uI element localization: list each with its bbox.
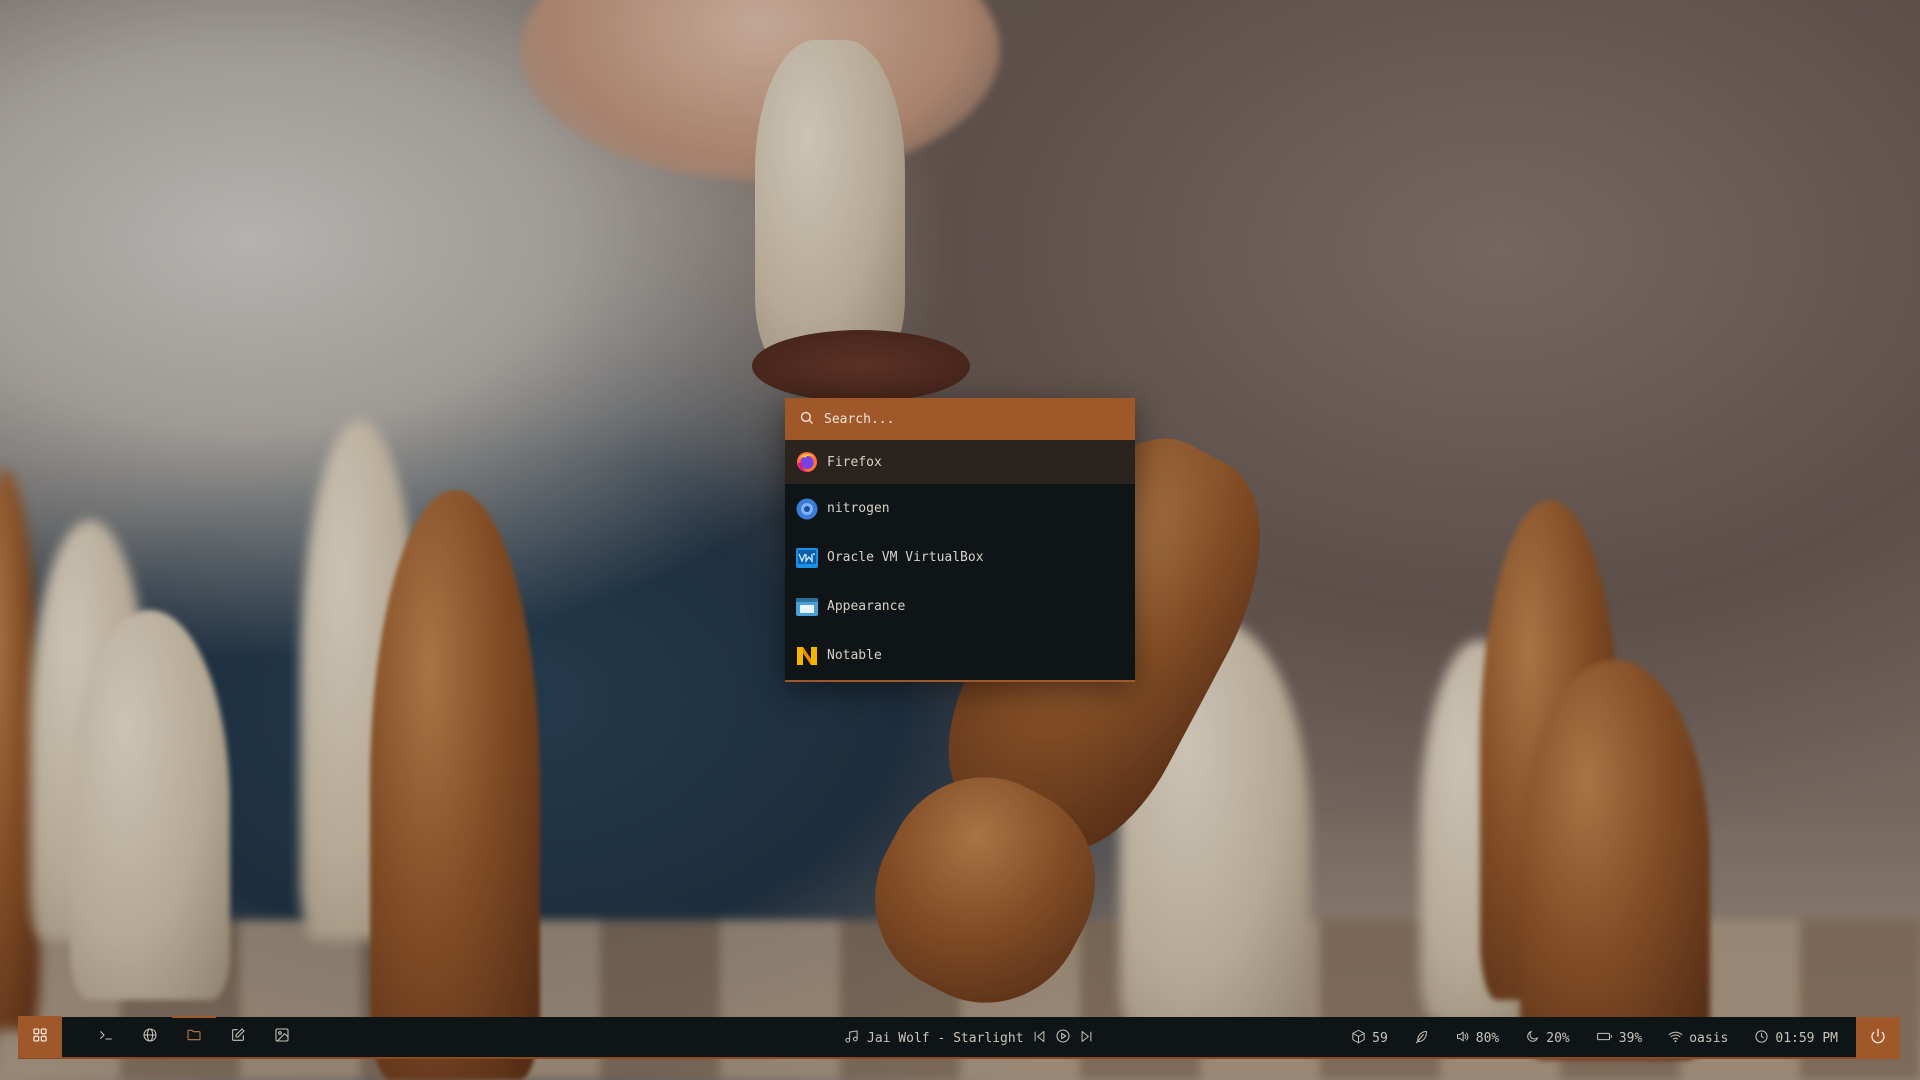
wifi-network-name: oasis: [1689, 1030, 1729, 1046]
package-count: 59: [1372, 1030, 1388, 1046]
app-item-appearance[interactable]: Appearance: [785, 582, 1135, 631]
globe-icon: [142, 1027, 158, 1047]
play-icon: [1055, 1028, 1071, 1048]
notable-icon: [795, 644, 819, 668]
image-viewer-launcher[interactable]: [260, 1016, 304, 1058]
app-label: Appearance: [827, 599, 906, 614]
app-label: Notable: [827, 648, 882, 663]
editor-launcher[interactable]: [216, 1016, 260, 1058]
volume-icon: [1455, 1029, 1470, 1048]
virtualbox-icon: [795, 546, 819, 570]
night-light-level: 20%: [1546, 1030, 1570, 1046]
app-item-nitrogen[interactable]: nitrogen: [785, 484, 1135, 533]
package-updates-indicator[interactable]: 59: [1351, 1029, 1388, 1048]
media-player: Jai Wolf - Starlight: [844, 1017, 1094, 1059]
app-label: Firefox: [827, 454, 882, 470]
battery-icon: [1596, 1029, 1613, 1048]
clock[interactable]: 01:59 PM: [1754, 1029, 1838, 1048]
wifi-icon: [1668, 1029, 1683, 1048]
power-button[interactable]: [1856, 1017, 1900, 1059]
taskbar: Jai Wolf - Starlight 59 80% 20% 39% oasi…: [18, 1016, 1900, 1059]
track-title: Jai Wolf - Starlight: [867, 1030, 1024, 1046]
search-input[interactable]: [824, 411, 1104, 427]
taskbar-launchers: [84, 1016, 304, 1058]
next-track-button[interactable]: [1079, 1029, 1094, 1048]
app-item-notable[interactable]: Notable: [785, 631, 1135, 680]
app-list: Firefox nitrogen Oracle VM VirtualBox Ap…: [785, 440, 1135, 680]
firefox-icon: [795, 450, 819, 474]
music-note-icon: [844, 1029, 859, 1048]
app-item-virtualbox[interactable]: Oracle VM VirtualBox: [785, 533, 1135, 582]
clock-time: 01:59 PM: [1775, 1030, 1838, 1046]
night-light-indicator[interactable]: 20%: [1525, 1029, 1570, 1048]
app-launcher: Firefox nitrogen Oracle VM VirtualBox: [785, 398, 1135, 682]
image-icon: [274, 1027, 290, 1047]
clock-icon: [1754, 1029, 1769, 1048]
file-manager-launcher[interactable]: [172, 1016, 216, 1058]
color-picker-button[interactable]: [1414, 1029, 1429, 1048]
battery-level: 39%: [1618, 1030, 1643, 1046]
moon-icon: [1525, 1029, 1540, 1048]
folder-icon: [186, 1027, 202, 1047]
nitrogen-icon: [795, 497, 819, 521]
volume-indicator[interactable]: 80%: [1455, 1029, 1499, 1048]
status-area: 59 80% 20% 39% oasis 01:59 PM: [1325, 1017, 1838, 1059]
skip-back-icon: [1032, 1029, 1047, 1048]
edit-icon: [230, 1027, 246, 1047]
feather-icon: [1414, 1029, 1429, 1048]
start-menu-button[interactable]: [18, 1016, 62, 1058]
app-label: Oracle VM VirtualBox: [827, 550, 984, 565]
power-icon: [1870, 1028, 1886, 1048]
app-label: nitrogen: [827, 501, 890, 516]
browser-launcher[interactable]: [128, 1016, 172, 1058]
previous-track-button[interactable]: [1032, 1029, 1047, 1048]
terminal-icon: [98, 1027, 114, 1047]
volume-level: 80%: [1475, 1030, 1500, 1046]
appearance-icon: [795, 595, 819, 619]
wifi-indicator[interactable]: oasis: [1668, 1029, 1728, 1048]
play-pause-button[interactable]: [1055, 1028, 1071, 1048]
battery-indicator[interactable]: 39%: [1596, 1029, 1642, 1048]
grid-icon: [32, 1027, 48, 1047]
package-icon: [1351, 1029, 1366, 1048]
terminal-launcher[interactable]: [84, 1016, 128, 1058]
launcher-search-bar[interactable]: [785, 398, 1135, 440]
search-icon: [799, 410, 814, 429]
skip-forward-icon: [1079, 1029, 1094, 1048]
app-item-firefox[interactable]: Firefox: [785, 440, 1135, 484]
